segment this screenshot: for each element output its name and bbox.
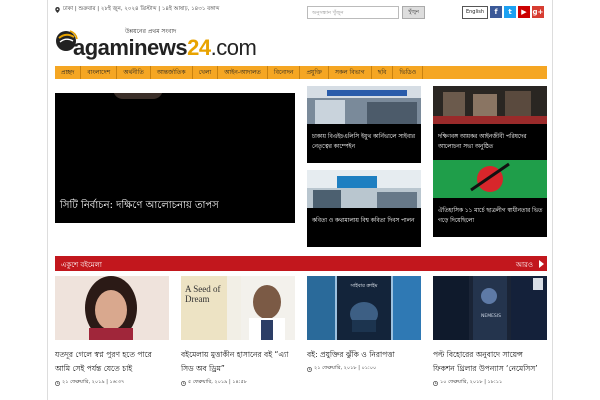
book-fair-card-image bbox=[433, 276, 547, 340]
side-story-title[interactable]: চাকায় বিএইচএলিসি ইয়ুথ কার্নিভালে সাইবা… bbox=[312, 132, 418, 152]
side-story[interactable]: কবিতা ও কথামালায় বিশ্ব কবিতা দিবস পালন bbox=[307, 170, 421, 247]
google-plus-icon[interactable]: g+ bbox=[532, 6, 544, 18]
book-fair-card[interactable]: A Seed of Dream বইমেলায় মুত্তাকীন হাসান… bbox=[181, 276, 295, 387]
chevron-right-icon[interactable] bbox=[539, 260, 544, 268]
nav-item-bangladesh[interactable]: বাংলাদেশ bbox=[81, 66, 118, 79]
side-story-image bbox=[433, 86, 547, 124]
date-bar: ঢাকা | শুক্রবার | ২৮ই জুন, ২০২৪ খ্রিস্টা… bbox=[55, 6, 219, 14]
nav-item-international[interactable]: আন্তর্জাতিক bbox=[151, 66, 193, 79]
nav-item-law[interactable]: আইন-আদালত bbox=[218, 66, 268, 79]
date-text: ঢাকা | শুক্রবার | ২৮ই জুন, ২০২৪ খ্রিস্টা… bbox=[63, 6, 220, 12]
logo-wordmark: agaminews24.com bbox=[73, 35, 257, 60]
search-input[interactable]: অনুসন্ধান খুঁজুন bbox=[307, 6, 399, 19]
nav-item-home[interactable]: প্রচ্ছদ bbox=[55, 66, 82, 79]
book-fair-card-date: ২১ ফেব্রুয়ারি, ২০১৯ | ১৬:৩৭ bbox=[55, 379, 169, 387]
nav-item-sports[interactable]: খেলা bbox=[193, 66, 219, 79]
book-fair-card-image bbox=[55, 276, 169, 340]
book-fair-card-title[interactable]: বই: প্রযুক্তির ঝুঁকি ও নিরাপত্তা bbox=[307, 348, 421, 362]
side-story-image bbox=[433, 160, 547, 198]
book-fair-card-title[interactable]: যতদূর গেলে স্বপ্ন পুরণ হতে পারে আমি সেই … bbox=[55, 348, 169, 376]
book-fair-card-title[interactable]: বইমেলায় মুত্তাকীন হাসানের বই “এ্যা সিড … bbox=[181, 348, 295, 376]
book-fair-card[interactable]: NEMESIS পল্ট বিহোরের অনুবাদে সায়েন্স ফি… bbox=[433, 276, 547, 387]
search-button[interactable]: খুঁজুন bbox=[402, 6, 425, 19]
lead-story-title[interactable]: সিটি নির্বাচন: দক্ষিণে আলোচনায় তাপস bbox=[60, 198, 219, 215]
book-fair-card[interactable]: সাইবার ক্রাইম বই: প্রযুক্তির ঝুঁকি ও নির… bbox=[307, 276, 421, 373]
site-logo[interactable]: উন্নয়নের প্রথম সংবাদ agaminews24.com bbox=[55, 26, 257, 62]
clock-icon bbox=[55, 380, 60, 386]
nav-item-video[interactable]: ভিডিও bbox=[393, 66, 424, 79]
main-nav: প্রচ্ছদ বাংলাদেশ অর্থনীতি আন্তর্জাতিক খে… bbox=[55, 66, 547, 79]
section-more-link[interactable]: আরও bbox=[516, 259, 533, 271]
book-fair-card-date-text: ২১ ফেব্রুয়ারি, ২০১৯ | ১৬:৩৭ bbox=[62, 379, 125, 385]
lead-story[interactable]: সিটি নির্বাচন: দক্ষিণে আলোচনায় তাপস bbox=[55, 93, 295, 223]
book-fair-card-date: ১০ ফেব্রুয়ারি, ২০১৮ | ১৮:১১ bbox=[433, 379, 547, 387]
youtube-icon[interactable]: ▶ bbox=[518, 6, 530, 18]
facebook-icon[interactable]: f bbox=[490, 6, 502, 18]
book-fair-card-date: ২১ ফেব্রুয়ারি, ২০১৮ | ০১:০০ bbox=[307, 365, 421, 373]
side-story[interactable]: চাকায় বিএইচএলিসি ইয়ুথ কার্নিভালে সাইবা… bbox=[307, 86, 421, 163]
lead-story-image bbox=[113, 93, 163, 99]
page-frame: ঢাকা | শুক্রবার | ২৮ই জুন, ২০২৪ খ্রিস্টা… bbox=[47, 0, 553, 400]
book-fair-card-title[interactable]: পল্ট বিহোরের অনুবাদে সায়েন্স ফিকশন থ্রি… bbox=[433, 348, 547, 376]
book-cover-text: NEMESIS bbox=[481, 314, 501, 319]
side-story[interactable]: ঐতিহাসিক ১১ মার্চে ছাত্রলীগ স্বাধীনতার ভ… bbox=[433, 160, 547, 237]
book-fair-card-date-text: ১০ ফেব্রুয়ারি, ২০১৮ | ১৮:১১ bbox=[440, 379, 503, 385]
book-fair-card[interactable]: যতদূর গেলে স্বপ্ন পুরণ হতে পারে আমি সেই … bbox=[55, 276, 169, 387]
book-fair-card-date: ৫ ফেব্রুয়ারি, ২০১৯ | ১৪:৫৮ bbox=[181, 379, 295, 387]
nav-item-photos[interactable]: ছবি bbox=[372, 66, 394, 79]
clock-icon bbox=[307, 366, 312, 372]
book-fair-card-date-text: ৫ ফেব্রুয়ারি, ২০১৯ | ১৪:৫৮ bbox=[188, 379, 247, 385]
nav-item-all-sections[interactable]: সকল বিভাগ bbox=[329, 66, 372, 79]
book-cover-text: A Seed of Dream bbox=[185, 284, 221, 304]
section-header-book-fair: একুশে বইমেলা আরও bbox=[55, 256, 547, 271]
clock-icon bbox=[181, 380, 186, 386]
side-story-title[interactable]: কবিতা ও কথামালায় বিশ্ব কবিতা দিবস পালন bbox=[312, 216, 418, 226]
book-fair-card-date-text: ২১ ফেব্রুয়ারি, ২০১৮ | ০১:০০ bbox=[314, 365, 377, 371]
english-version-button[interactable]: English bbox=[462, 6, 488, 19]
clock-icon bbox=[433, 380, 438, 386]
nav-item-technology[interactable]: প্রযুক্তি bbox=[300, 66, 329, 79]
twitter-icon[interactable]: t bbox=[504, 6, 516, 18]
nav-item-economy[interactable]: অর্থনীতি bbox=[117, 66, 151, 79]
side-story-title[interactable]: ঐতিহাসিক ১১ মার্চে ছাত্রলীগ স্বাধীনতার ভ… bbox=[438, 206, 544, 226]
side-story-title[interactable]: দক্ষিণবঙ্গ আয়কর আইনজীবী পরিষদের আলোচনা … bbox=[438, 132, 544, 152]
side-story-image bbox=[307, 86, 421, 124]
book-cover-text: সাইবার ক্রাইম bbox=[350, 283, 378, 289]
section-title[interactable]: একুশে বইমেলা bbox=[61, 259, 102, 271]
side-story[interactable]: দক্ষিণবঙ্গ আয়কর আইনজীবী পরিষদের আলোচনা … bbox=[433, 86, 547, 163]
side-story-image bbox=[307, 170, 421, 208]
location-pin-icon bbox=[55, 7, 60, 13]
nav-item-entertainment[interactable]: বিনোদন bbox=[268, 66, 301, 79]
